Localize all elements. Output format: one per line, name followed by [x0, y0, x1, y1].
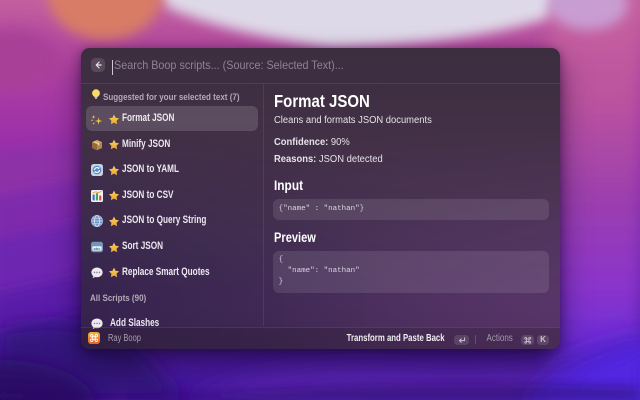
svg-text:abc: abc: [94, 246, 102, 251]
